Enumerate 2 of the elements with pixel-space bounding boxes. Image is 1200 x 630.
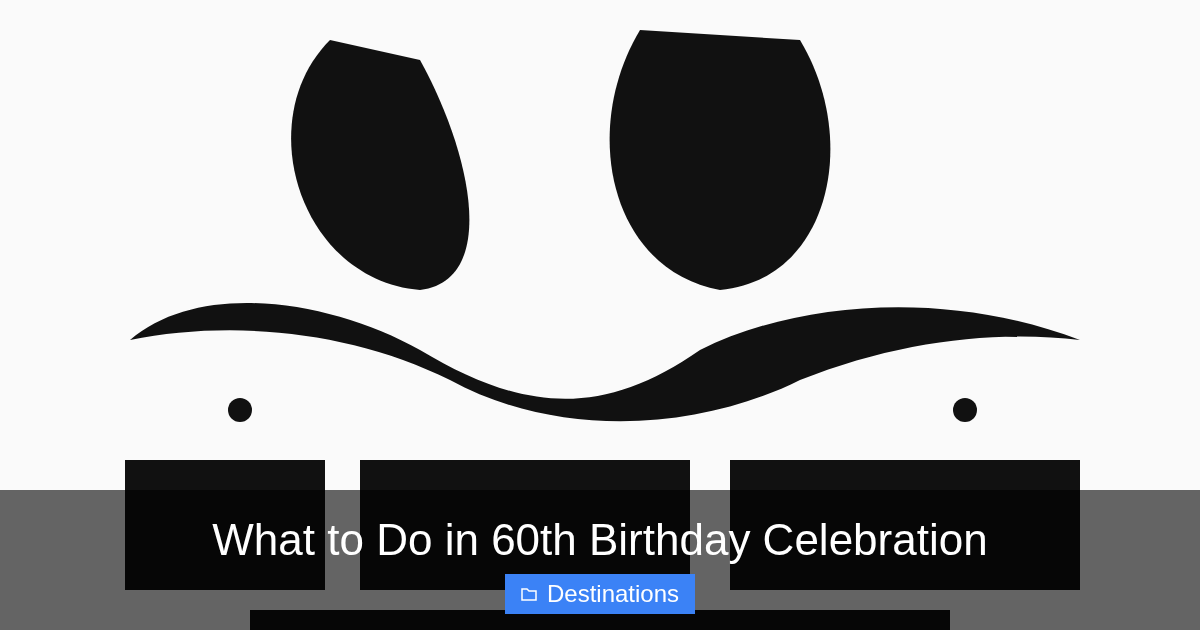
category-badge[interactable]: Destinations — [504, 574, 696, 614]
folder-icon — [520, 586, 537, 602]
